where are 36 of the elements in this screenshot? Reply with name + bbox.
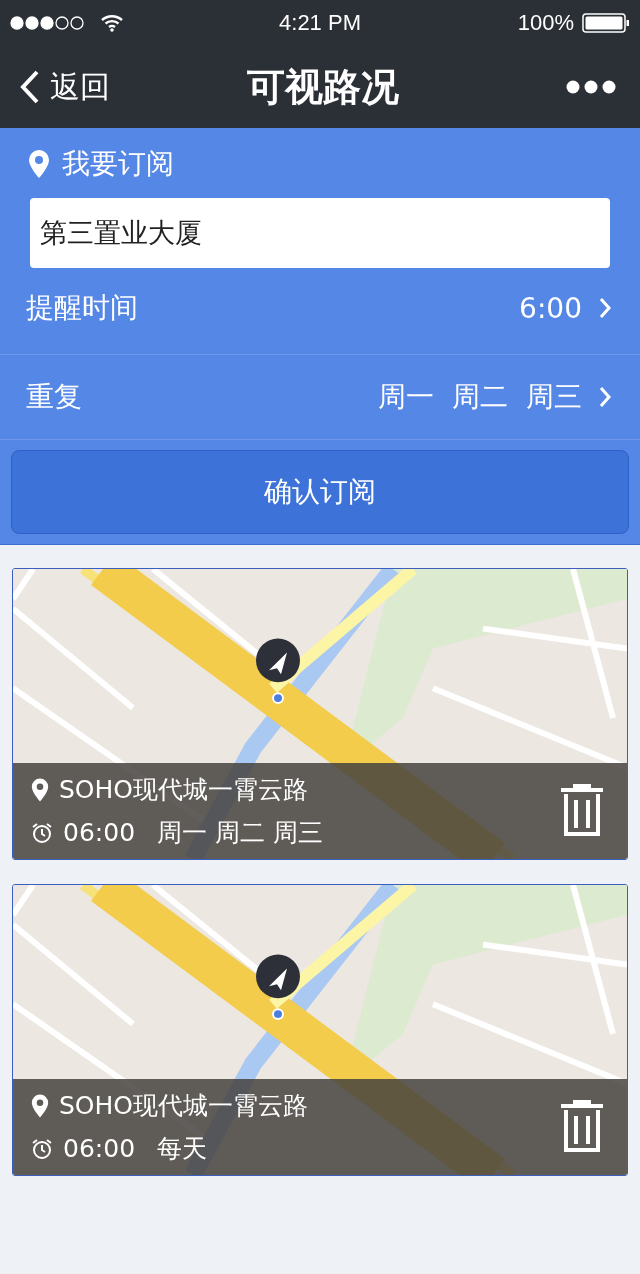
setting-row[interactable]: 提醒时间 6:00 — [0, 262, 640, 355]
chevron-right-icon — [598, 297, 612, 319]
subscription-days: 每天 — [157, 1132, 208, 1165]
location-pin-icon — [31, 776, 49, 803]
subscription-place: SOHO现代城一霄云路 — [59, 1090, 309, 1122]
setting-label: 重复 — [26, 379, 83, 415]
alarm-clock-icon — [31, 821, 53, 844]
back-button[interactable]: 返回 — [20, 66, 130, 108]
alarm-clock-icon — [31, 1137, 53, 1160]
location-pin-icon — [28, 149, 50, 179]
confirm-button[interactable]: 确认订阅 — [11, 450, 629, 534]
subscription-card[interactable]: SOHO现代城一霄云路 06:00 周一 周二 周三 — [12, 568, 628, 860]
setting-value: 周一 周二 周三 — [378, 379, 582, 415]
setting-row[interactable]: 重复 周一 周二 周三 — [0, 355, 640, 440]
navigation-marker-icon — [256, 954, 300, 1021]
battery-icon — [582, 13, 630, 33]
more-icon[interactable] — [566, 80, 616, 94]
setting-value: 6:00 — [519, 291, 582, 325]
chevron-right-icon — [598, 386, 612, 408]
subscription-time: 06:00 — [63, 818, 136, 847]
page-title: 可视路况 — [247, 63, 399, 111]
section-heading: 我要订阅 — [62, 146, 174, 182]
subscription-days: 周一 周二 周三 — [157, 816, 323, 849]
chevron-left-icon — [20, 70, 40, 104]
subscription-card[interactable]: SOHO现代城一霄云路 06:00 每天 — [12, 884, 628, 1176]
wifi-icon — [100, 14, 124, 32]
navigation-marker-icon — [256, 638, 300, 705]
status-time: 4:21 PM — [279, 10, 361, 36]
delete-icon[interactable] — [559, 784, 605, 838]
setting-label: 提醒时间 — [26, 290, 139, 326]
subscription-time: 06:00 — [63, 1134, 136, 1163]
subscription-place: SOHO现代城一霄云路 — [59, 774, 309, 806]
location-pin-icon — [31, 1092, 49, 1119]
battery-percent: 100% — [517, 10, 574, 36]
location-input[interactable]: 第三置业大厦 — [30, 198, 610, 268]
delete-icon[interactable] — [559, 1100, 605, 1154]
